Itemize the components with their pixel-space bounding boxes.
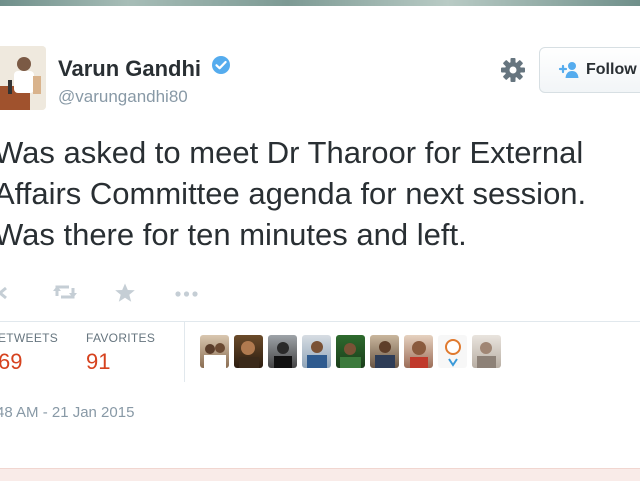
favoriter-avatar[interactable] bbox=[404, 335, 433, 368]
author-name[interactable]: Varun Gandhi bbox=[58, 56, 201, 81]
favoriter-avatar[interactable] bbox=[302, 335, 331, 368]
tweet-text-line: Was there for ten minutes and left. bbox=[0, 217, 467, 252]
author-avatar[interactable] bbox=[0, 46, 46, 110]
follow-button[interactable]: Follow bbox=[539, 47, 640, 93]
favoriter-avatar[interactable] bbox=[370, 335, 399, 368]
follow-button-label: Follow bbox=[586, 61, 637, 78]
favoriter-avatar[interactable] bbox=[438, 335, 467, 368]
stats-top-divider bbox=[0, 321, 640, 322]
tweet-text-line: Affairs Committee agenda for next sessio… bbox=[0, 176, 587, 211]
add-user-icon bbox=[558, 60, 580, 85]
tweet-timestamp[interactable]: 48 AM - 21 Jan 2015 bbox=[0, 404, 134, 421]
favoriter-avatar[interactable] bbox=[200, 335, 229, 368]
retweets-count[interactable]: 69 bbox=[0, 349, 22, 375]
retweets-label[interactable]: ETWEETS bbox=[0, 331, 58, 345]
author-handle[interactable]: @varungandhi80 bbox=[58, 87, 188, 107]
gear-icon[interactable] bbox=[498, 55, 528, 85]
favoriter-avatar[interactable] bbox=[268, 335, 297, 368]
more-icon[interactable] bbox=[174, 282, 200, 307]
favoriter-avatar[interactable] bbox=[336, 335, 365, 368]
reply-box-edge bbox=[0, 468, 640, 481]
author-name-row[interactable]: Varun Gandhi bbox=[58, 56, 231, 83]
favoriter-avatar[interactable] bbox=[234, 335, 263, 368]
retweet-icon[interactable] bbox=[52, 282, 78, 307]
favoriter-avatar[interactable] bbox=[472, 335, 501, 368]
favorites-label[interactable]: FAVORITES bbox=[86, 331, 155, 345]
tweet-text: Was asked to meet Dr Tharoor for Externa… bbox=[0, 132, 640, 255]
reply-icon[interactable] bbox=[0, 282, 12, 307]
tweet-text-line: Was asked to meet Dr Tharoor for Externa… bbox=[0, 135, 584, 170]
stats-divider bbox=[184, 322, 185, 382]
star-icon[interactable] bbox=[114, 282, 136, 309]
favorites-count[interactable]: 91 bbox=[86, 349, 110, 375]
page-background-strip bbox=[0, 0, 640, 6]
verified-badge-icon bbox=[211, 55, 231, 81]
